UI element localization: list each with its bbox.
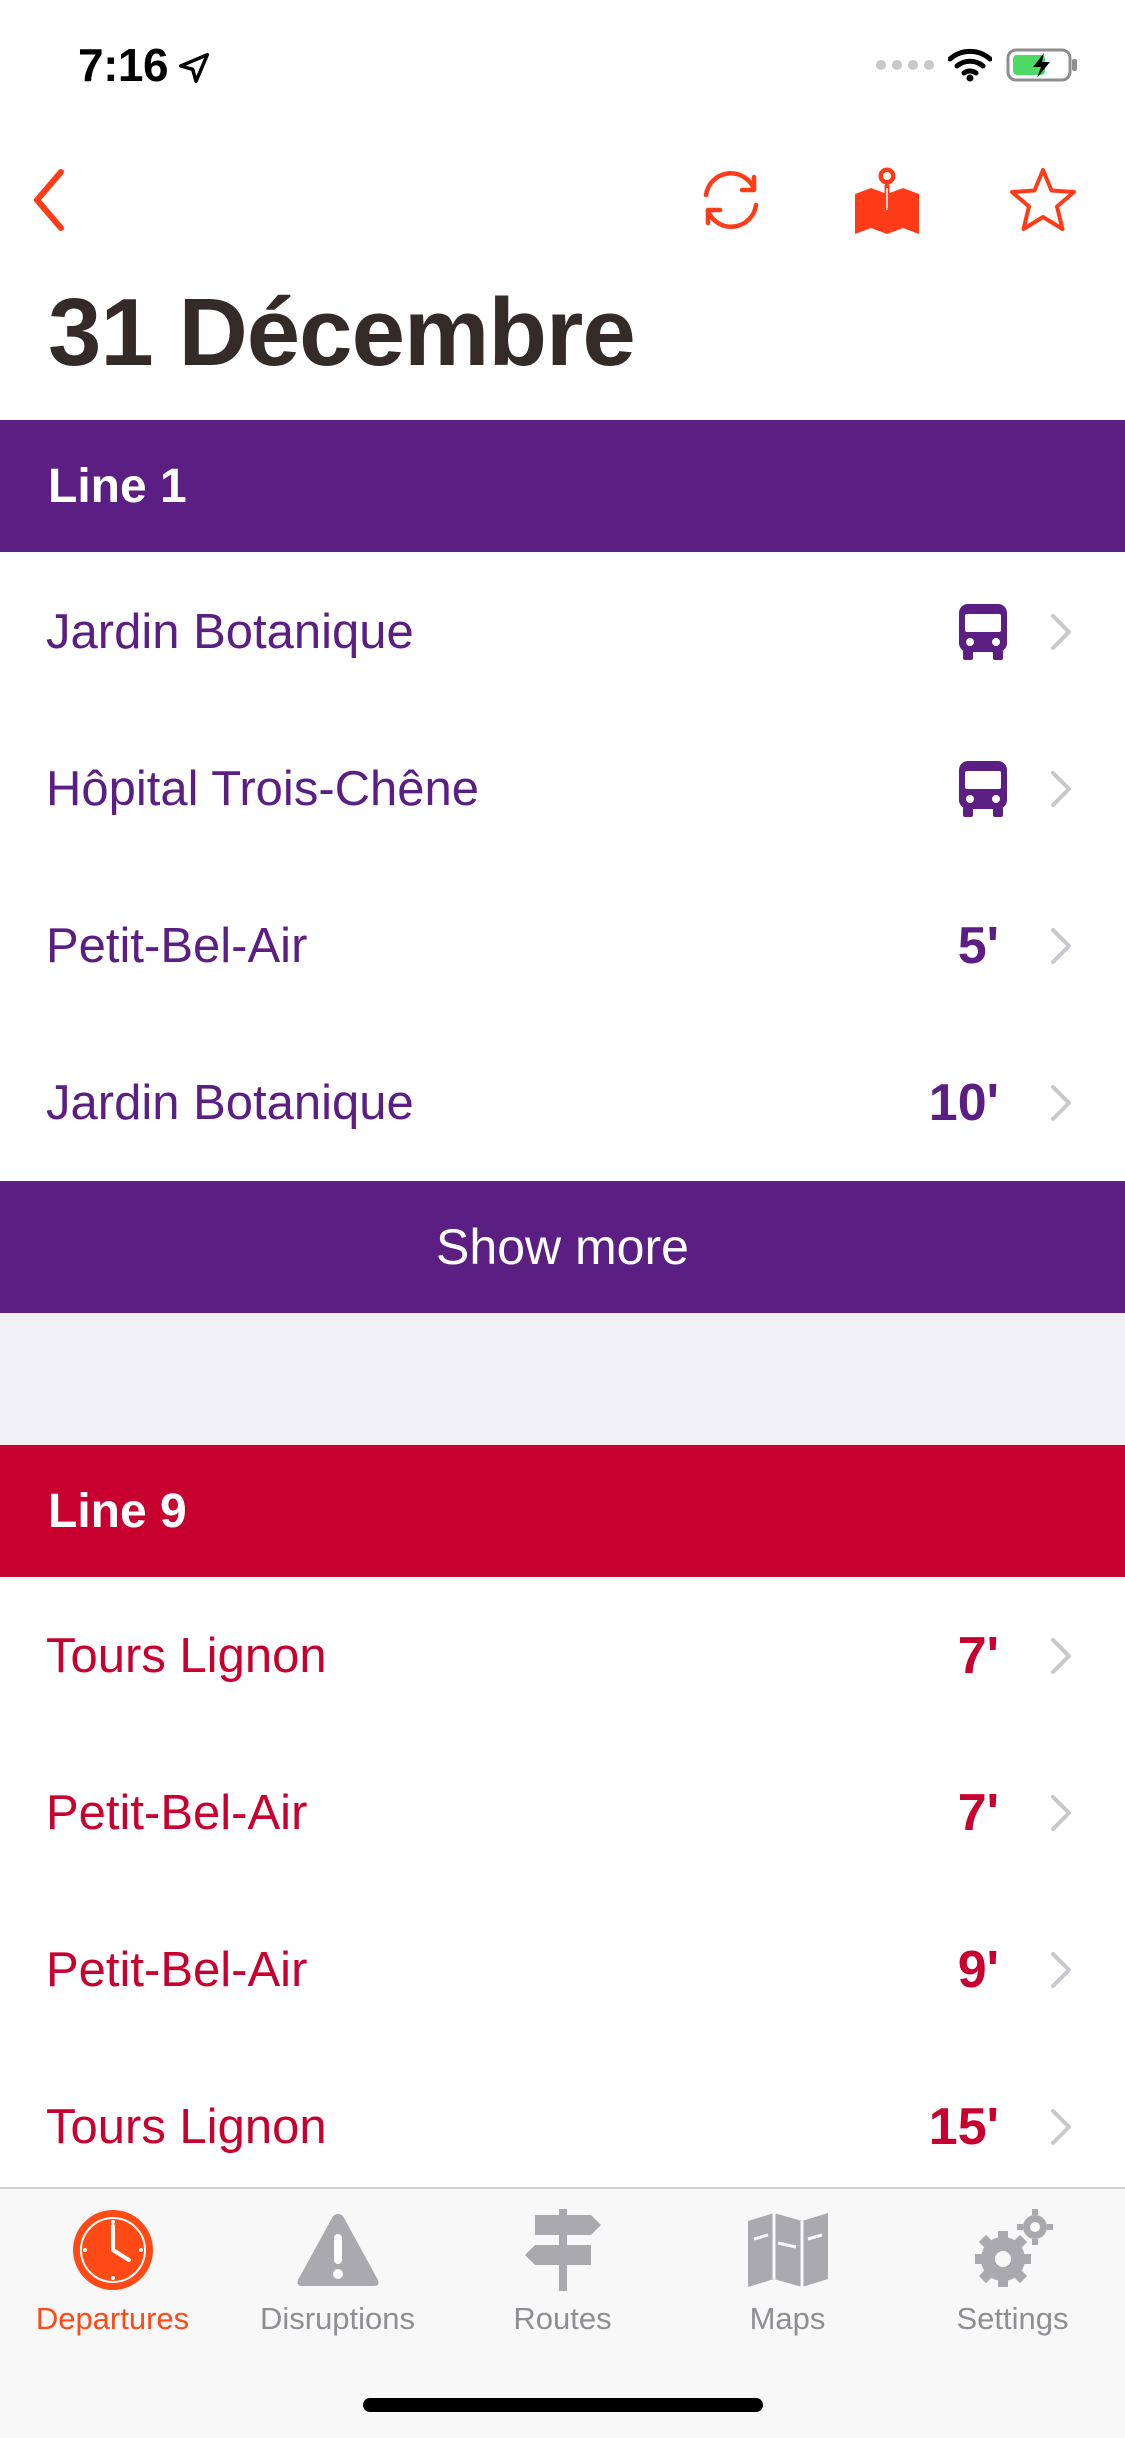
departure-row[interactable]: Hôpital Trois-Chêne — [0, 710, 1125, 867]
chevron-right-icon — [1049, 1950, 1079, 1990]
signpost-icon — [518, 2205, 608, 2295]
row-departure-time: 7' — [957, 1783, 999, 1842]
tab-settings[interactable]: Settings — [900, 2189, 1125, 2349]
row-destination: Petit-Bel-Air — [46, 918, 308, 973]
tab-label: Disruptions — [259, 2301, 416, 2336]
row-destination: Jardin Botanique — [46, 604, 414, 659]
row-destination: Jardin Botanique — [46, 1075, 414, 1130]
navigation-bar — [0, 150, 1125, 260]
back-chevron-icon — [34, 169, 64, 231]
departure-row[interactable]: Jardin Botanique 10' — [0, 1024, 1125, 1181]
wifi-icon — [948, 48, 992, 82]
tab-bar: Departures Disruptions Routes Maps Setti… — [0, 2187, 1125, 2438]
chevron-right-icon — [1049, 1083, 1079, 1123]
tab-label: Departures — [35, 2301, 190, 2336]
tab-routes[interactable]: Routes — [450, 2189, 675, 2349]
row-departure-time: 5' — [957, 916, 999, 975]
tab-label: Routes — [513, 2301, 612, 2336]
battery-icon — [1006, 48, 1077, 82]
status-indicators — [876, 48, 1080, 82]
status-time: 7:16 — [78, 39, 169, 91]
section-header-line-1: Line 1 — [0, 420, 1125, 552]
row-destination: Tours Lignon — [46, 2099, 327, 2154]
row-destination: Tours Lignon — [46, 1628, 327, 1683]
gear-icon — [968, 2205, 1058, 2295]
map-icon — [743, 2205, 833, 2295]
map-button[interactable] — [842, 150, 932, 250]
tab-disruptions[interactable]: Disruptions — [225, 2189, 450, 2349]
bus-icon — [957, 602, 1009, 662]
departure-row[interactable]: Petit-Bel-Air 5' — [0, 867, 1125, 1024]
row-destination: Hôpital Trois-Chêne — [46, 761, 480, 816]
page-title: 31 Décembre — [48, 279, 636, 386]
departure-row[interactable]: Jardin Botanique — [0, 553, 1125, 710]
back-button[interactable] — [14, 150, 84, 250]
departure-row[interactable]: Petit-Bel-Air 9' — [0, 1891, 1125, 2048]
tab-label: Settings — [956, 2301, 1069, 2336]
chevron-right-icon — [1049, 2107, 1079, 2147]
tab-maps[interactable]: Maps — [675, 2189, 900, 2349]
tab-label: Maps — [749, 2301, 826, 2336]
signal-icon — [876, 60, 934, 70]
chevron-right-icon — [1049, 926, 1079, 966]
chevron-right-icon — [1049, 1636, 1079, 1676]
row-departure-time: 7' — [957, 1626, 999, 1685]
row-departure-time: 15' — [928, 2097, 999, 2156]
row-destination: Petit-Bel-Air — [46, 1785, 308, 1840]
home-indicator[interactable] — [363, 2398, 763, 2412]
row-departure-time: 10' — [928, 1073, 999, 1132]
row-destination: Petit-Bel-Air — [46, 1942, 308, 1997]
refresh-button[interactable] — [686, 150, 776, 250]
star-icon — [1010, 168, 1076, 231]
favorite-button[interactable] — [998, 150, 1088, 250]
status-bar: 7:16 — [0, 0, 1125, 132]
section-separator — [0, 1313, 1125, 1445]
show-more-button[interactable]: Show more — [0, 1181, 1125, 1313]
chevron-right-icon — [1049, 1793, 1079, 1833]
clock-icon — [68, 2205, 158, 2295]
departure-row[interactable]: Tours Lignon 7' — [0, 1577, 1125, 1734]
departure-row[interactable]: Petit-Bel-Air 7' — [0, 1734, 1125, 1891]
refresh-icon — [703, 171, 759, 229]
tab-departures[interactable]: Departures — [0, 2189, 225, 2349]
chevron-right-icon — [1049, 612, 1079, 652]
warning-icon — [293, 2205, 383, 2295]
row-departure-time: 9' — [957, 1940, 999, 1999]
map-pin-icon — [855, 164, 919, 234]
chevron-right-icon — [1049, 769, 1079, 809]
departure-row[interactable]: Tours Lignon 15' — [0, 2048, 1125, 2205]
bus-icon — [957, 759, 1009, 819]
section-header-line-9: Line 9 — [0, 1445, 1125, 1577]
location-arrow-icon — [178, 52, 210, 84]
